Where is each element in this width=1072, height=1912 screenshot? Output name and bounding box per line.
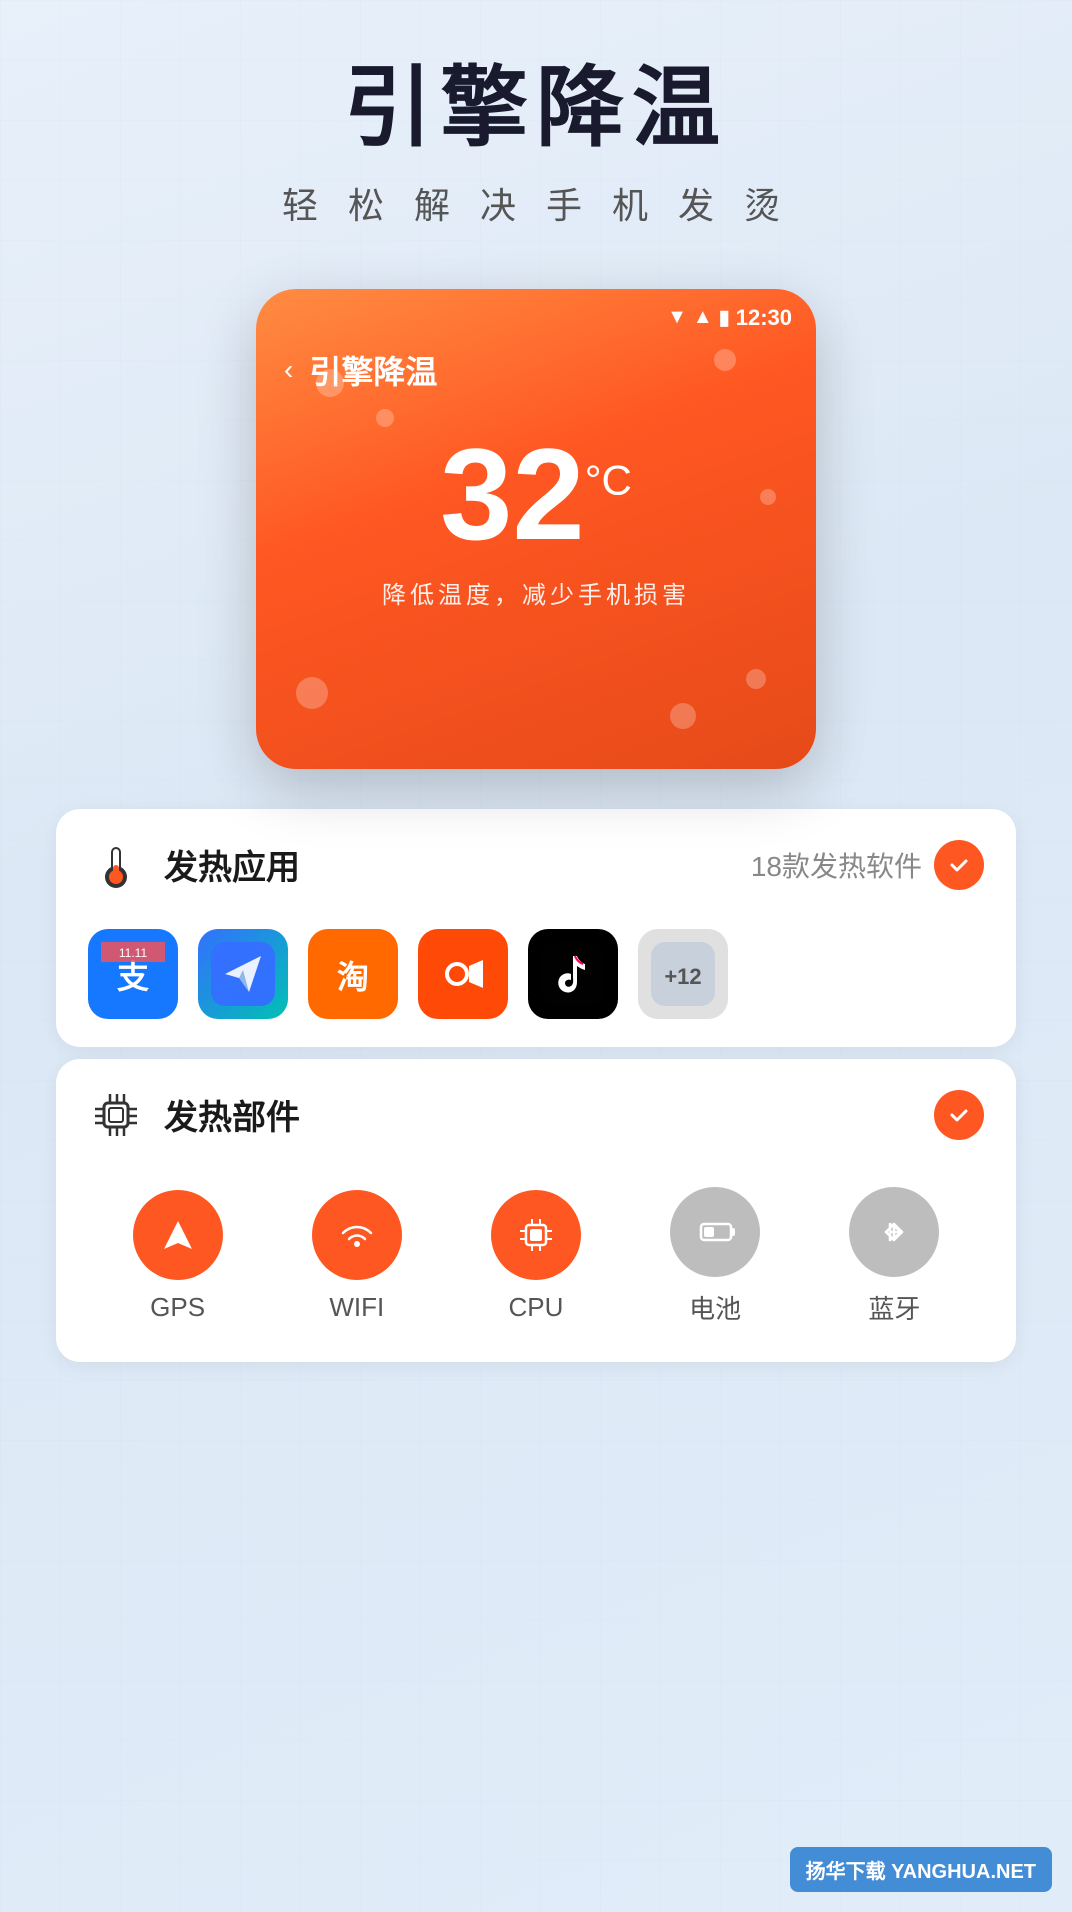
component-icons-row: GPS WIFI <box>56 1171 1016 1362</box>
nav-bar: ‹ 引擎降温 <box>256 331 816 409</box>
app-icon-taobao[interactable]: 淘 <box>308 929 398 1019</box>
phone-mockup-wrapper: ▼ ▲ ▮ 12:30 ‹ 引擎降温 <box>256 289 816 769</box>
back-button[interactable]: ‹ <box>284 354 293 386</box>
wifi-status-icon: ▼ <box>667 306 687 329</box>
bubble-6 <box>670 703 696 729</box>
temperature-display: 32°C 降低温度，减少手机损害 <box>256 409 816 640</box>
card-header-left: 发热应用 <box>88 837 300 893</box>
components-header-left: 发热部件 <box>88 1087 300 1143</box>
bubble-3 <box>714 349 736 371</box>
bubble-2 <box>376 409 394 427</box>
app-icon-more[interactable]: +12 <box>638 929 728 1019</box>
component-battery[interactable]: 电池 <box>670 1187 760 1326</box>
svg-text:支: 支 <box>117 959 149 995</box>
status-icons: ▼ ▲ ▮ 12:30 <box>667 305 792 331</box>
bluetooth-circle <box>849 1187 939 1277</box>
temperature-value: 32°C <box>440 429 632 559</box>
app-icon-kuaishou[interactable] <box>418 929 508 1019</box>
cards-section: 发热应用 18款发热软件 支 <box>56 809 1016 1374</box>
hot-apps-badge: 18款发热软件 <box>751 840 984 890</box>
phone-mockup: ▼ ▲ ▮ 12:30 ‹ 引擎降温 <box>256 289 816 769</box>
bluetooth-label: 蓝牙 <box>868 1289 920 1326</box>
hot-components-card: 发热部件 <box>56 1059 1016 1362</box>
app-icon-alipay[interactable]: 支 11.11 <box>88 929 178 1019</box>
main-title: 引擎降温 <box>282 60 790 157</box>
component-bluetooth[interactable]: 蓝牙 <box>849 1187 939 1326</box>
app-icon-tiktok[interactable] <box>528 929 618 1019</box>
component-wifi[interactable]: WIFI <box>312 1190 402 1323</box>
status-time: 12:30 <box>736 305 792 331</box>
status-bar: ▼ ▲ ▮ 12:30 <box>256 289 816 331</box>
temperature-description: 降低温度，减少手机损害 <box>256 575 816 610</box>
component-gps[interactable]: GPS <box>133 1190 223 1323</box>
bubble-1 <box>316 369 344 397</box>
component-cpu[interactable]: CPU <box>491 1190 581 1323</box>
wifi-label: WIFI <box>329 1292 384 1323</box>
hot-components-card-header: 发热部件 <box>56 1059 1016 1171</box>
svg-text:+12: +12 <box>664 964 701 989</box>
hot-components-check[interactable] <box>934 1090 984 1140</box>
hot-apps-title: 发热应用 <box>164 840 300 889</box>
sub-title: 轻 松 解 决 手 机 发 烫 <box>282 177 790 229</box>
signal-icon: ▲ <box>693 306 713 329</box>
phone-screen: ▼ ▲ ▮ 12:30 ‹ 引擎降温 <box>256 289 816 769</box>
battery-circle <box>670 1187 760 1277</box>
wifi-circle <box>312 1190 402 1280</box>
battery-label: 电池 <box>689 1289 741 1326</box>
app-icon-feishu[interactable] <box>198 929 288 1019</box>
hot-apps-count: 18款发热软件 <box>751 845 922 885</box>
battery-status-icon: ▮ <box>719 305 730 330</box>
svg-text:淘: 淘 <box>337 959 369 995</box>
svg-text:11.11: 11.11 <box>119 946 148 960</box>
thermometer-icon <box>88 837 144 893</box>
hot-components-title: 发热部件 <box>164 1090 300 1139</box>
circuit-icon <box>88 1087 144 1143</box>
apps-row: 支 11.11 <box>56 921 1016 1047</box>
bubble-7 <box>760 489 776 505</box>
bubble-4 <box>296 677 328 709</box>
bubble-5 <box>746 669 766 689</box>
gps-label: GPS <box>150 1292 205 1323</box>
hot-apps-card: 发热应用 18款发热软件 支 <box>56 809 1016 1047</box>
cpu-circle <box>491 1190 581 1280</box>
cpu-label: CPU <box>509 1292 564 1323</box>
title-section: 引擎降温 轻 松 解 决 手 机 发 烫 <box>282 60 790 229</box>
main-container: 引擎降温 轻 松 解 决 手 机 发 烫 ▼ <box>0 0 1072 1454</box>
gps-circle <box>133 1190 223 1280</box>
watermark: 扬华下载 YANGHUA.NET <box>790 1847 1052 1892</box>
hot-apps-card-header: 发热应用 18款发热软件 <box>56 809 1016 921</box>
hot-apps-check[interactable] <box>934 840 984 890</box>
